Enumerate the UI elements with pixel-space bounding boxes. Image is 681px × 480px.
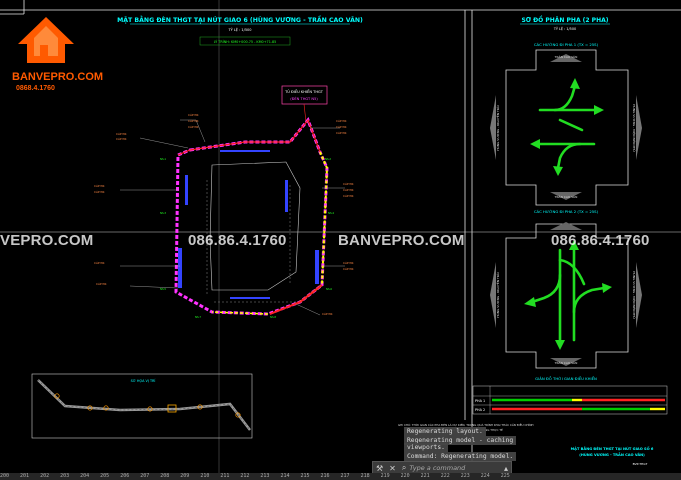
command-history-line-3: viewports. [404,443,448,452]
svg-text:CÁP ĐK: CÁP ĐK [322,311,333,316]
street-right-1: HÙNG VƯƠNG - ĐIỆN BIÊN PHỦ [632,104,637,152]
svg-text:NS.6: NS.6 [326,287,332,291]
phase-scale: TỶ LỆ : 1/500 [553,26,576,31]
svg-text:CÁP ĐK: CÁP ĐK [94,260,105,265]
controller-label: TỦ ĐIỀU KHIỂN THGT [284,89,324,94]
street-left-1: HÙNG VƯƠNG - NGUYỄN TRÃI [495,105,500,150]
svg-text:CÁP ĐK: CÁP ĐK [94,183,105,188]
titleblock-line-2: (HÙNG VƯƠNG - TRẦN CAO VÂN) [579,452,645,457]
svg-text:CÁP ĐK: CÁP ĐK [343,260,354,265]
svg-text:CÁP ĐK: CÁP ĐK [116,131,127,136]
command-input[interactable]: Type a command [409,464,465,472]
command-history-line-1: Regenerating layout. [404,427,486,436]
logo-phone: 0868.4.1760 [16,85,55,92]
svg-text:NS.8: NS.8 [270,315,276,319]
svg-text:CÁP ĐK: CÁP ĐK [336,130,347,135]
coord-label: LÝ TRÌNH: KM0+000.75 - KM0+71.85 [214,39,277,44]
svg-text:CÁP ĐK: CÁP ĐK [336,118,347,123]
svg-text:CÁP ĐK: CÁP ĐK [343,187,354,192]
svg-text:CÁP ĐK: CÁP ĐK [343,266,354,271]
watermark-site-mid: BANVEPRO.COM [338,232,465,249]
yellow-curb-right [299,151,329,303]
wrench-icon[interactable]: ⚒ [373,464,386,473]
street-left-2: HÙNG VƯƠNG - NGUYỄN TRÃI [495,272,500,317]
controller-sub: (ĐÈN THGT N5) [290,96,318,101]
svg-text:CÁP ĐK: CÁP ĐK [116,136,127,141]
street-bottom-2: TRẦN CAO VÂN [554,360,578,365]
svg-text:CÁP ĐK: CÁP ĐK [188,112,199,117]
status-bar: 200 201 202 203 204 205 206 207 208 209 210 211 212 2… [0,473,681,480]
street-right-2: HÙNG VƯƠNG - ĐIỆN BIÊN PHỦ [632,271,637,319]
svg-text:NS.3: NS.3 [160,211,166,215]
svg-text:CÁP ĐK: CÁP ĐK [343,193,354,198]
titleblock-line-1: MẶT BẰNG ĐÈN THGT TẠI NÚT GIAO SỐ 6 [571,446,654,451]
timing-row-2: PHA 2 [475,408,485,412]
street-bottom-1: TRẦN CAO VÂN [554,194,578,199]
timing-table: PHA 1 PHA 2 [472,385,668,415]
close-icon[interactable]: ✕ [386,464,399,473]
search-icon[interactable]: ⌕ [399,463,409,473]
svg-text:CÁP ĐK: CÁP ĐK [96,281,107,286]
watermark-site-left: VEPRO.COM [0,232,94,249]
logo-text: BANVEPRO.COM [12,71,104,83]
street-top-1: TRẦN CAO VÂN [554,54,578,59]
main-title: MẶT BẰNG ĐÈN THGT TẠI NÚT GIAO 6 (HÙNG V… [117,14,363,24]
watermark-phone-2: 086.86.4.1760 [551,232,650,249]
titleblock-code: BVP-THGT [633,462,648,466]
house-logo [18,17,74,63]
phase1-label: CÁC HƯỚNG ĐI PHA 1 (TX = 25S) [534,42,599,47]
svg-text:NS.7: NS.7 [195,315,201,319]
phase1-diagram: TRẦN CAO VÂN TRẦN CAO VÂN HÙNG VƯƠNG - N… [490,49,642,206]
phase2-label: CÁC HƯỚNG ĐI PHA 2 (TX = 25S) [534,209,599,214]
svg-text:CÁP ĐK: CÁP ĐK [188,118,199,123]
intersection-plan: CÁP ĐKCÁP ĐKCÁP ĐK CÁP ĐKCÁP ĐK CÁP ĐKCÁ… [94,112,354,319]
command-history-line-4: Command: Regenerating model. [404,452,517,461]
chevron-up-icon[interactable]: ▴ [501,464,511,473]
timing-title: GIẢN ĐỒ THỜI GIAN ĐIỀU KHIỂN [535,376,597,381]
svg-text:NS.4: NS.4 [328,211,334,215]
svg-text:NS.1: NS.1 [160,157,166,161]
timing-row-1: PHA 1 [475,399,485,403]
svg-text:NS.5: NS.5 [160,287,166,291]
svg-text:CÁP ĐK: CÁP ĐK [336,124,347,129]
svg-text:CÁP ĐK: CÁP ĐK [343,181,354,186]
controller-box [281,85,328,105]
svg-text:NS.2: NS.2 [325,157,331,161]
svg-text:CÁP ĐK: CÁP ĐK [188,124,199,129]
svg-text:CÁP ĐK: CÁP ĐK [94,189,105,194]
watermark-phone-1: 086.86.4.1760 [188,232,287,249]
location-title: SƠ HỌA VỊ TRÍ [131,378,156,383]
phase-title: SƠ ĐỒ PHÂN PHA (2 PHA) [521,15,608,24]
main-scale: TỶ LỆ : 1/500 [227,27,251,32]
